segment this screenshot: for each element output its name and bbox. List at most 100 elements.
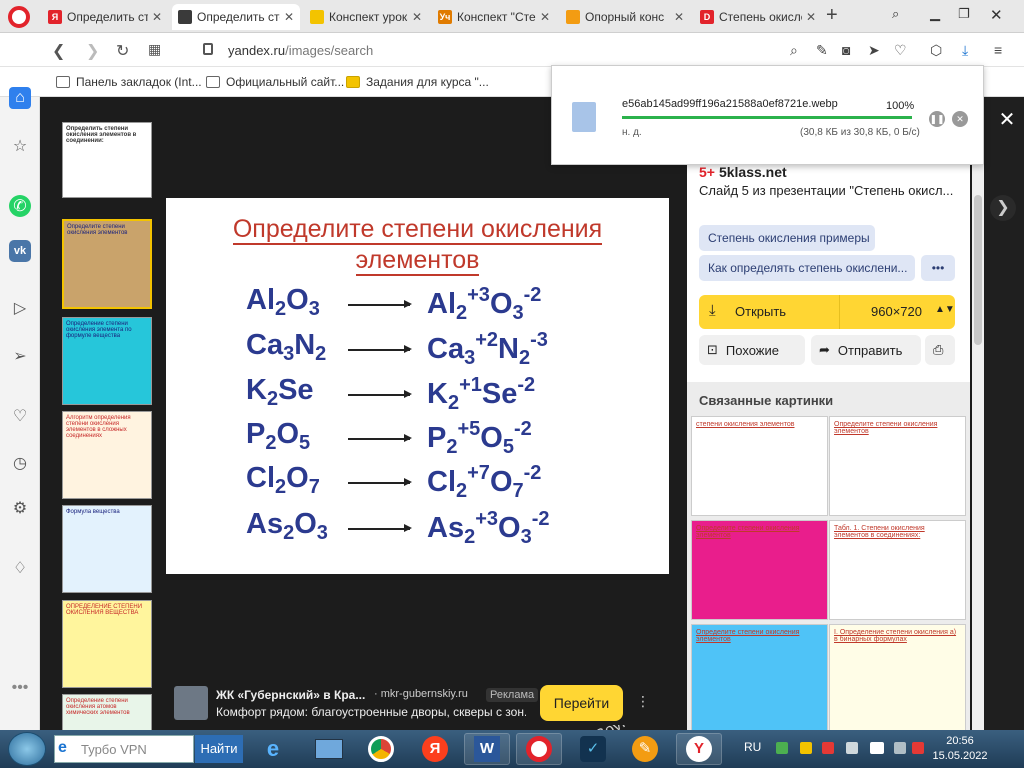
bookmark-item[interactable]: Задания для курса "... (346, 75, 489, 89)
related-image[interactable]: Определите степени окисления элементов (829, 416, 966, 516)
reload-button[interactable]: ↻ (116, 41, 129, 61)
language-indicator[interactable]: RU (744, 740, 761, 754)
maximize-button[interactable]: ❐ (958, 6, 970, 22)
tab-close-icon[interactable]: ✕ (152, 10, 162, 24)
resolution-select[interactable]: 960×720 (871, 304, 922, 319)
search-tabs-icon[interactable]: ⌕ (892, 6, 899, 22)
bookmark-item[interactable]: Официальный сайт... (206, 75, 344, 89)
vpn-icon[interactable]: ✓ (570, 733, 616, 765)
more-icon[interactable]: ••• (9, 677, 31, 699)
tray-icon[interactable] (776, 742, 788, 754)
camera-icon[interactable]: ◙ (842, 42, 850, 58)
notification-icon[interactable] (912, 742, 924, 754)
related-image[interactable]: Определите степени окисления элементов (691, 624, 828, 730)
similar-button[interactable]: ⊡ Похожие (699, 335, 805, 365)
browser-tab[interactable]: Определить сте ✕ (172, 4, 300, 30)
related-image[interactable]: степени окисления элементов (691, 416, 828, 516)
history-icon[interactable]: ◷ (9, 452, 31, 474)
send-icon[interactable]: ➢ (9, 345, 31, 367)
home-icon[interactable]: ⌂ (9, 87, 31, 109)
yandex-icon[interactable]: Я (412, 733, 458, 765)
url-field[interactable]: yandex.ru/images/search (228, 43, 373, 58)
browser-tab[interactable]: Я Определить сте ✕ (42, 4, 168, 30)
thumbnail[interactable]: Определение степени окисления элемента п… (62, 317, 152, 405)
start-button[interactable] (8, 732, 46, 766)
clock[interactable]: 20:56 15.05.2022 (930, 734, 990, 764)
related-image[interactable]: Определите степени окисления элементов (691, 520, 828, 620)
bookmark-item[interactable]: Панель закладок (Int... (56, 75, 202, 89)
word-icon[interactable]: W (464, 733, 510, 765)
signal-icon[interactable] (870, 742, 884, 754)
back-button[interactable]: ❮ (52, 41, 65, 61)
close-window-button[interactable]: ✕ (990, 6, 1003, 24)
ie-taskbar-icon[interactable]: e (250, 733, 296, 765)
open-button[interactable]: ⤓ Открыть 960×720 ▲▼ (699, 295, 955, 329)
heart-icon[interactable]: ♡ (894, 42, 907, 59)
new-tab-button[interactable]: + (826, 4, 838, 27)
browser-tab[interactable]: Конспект урока ✕ (304, 4, 428, 30)
tray-icon[interactable] (800, 742, 812, 754)
heart-icon[interactable]: ♡ (9, 405, 31, 427)
browser-tab[interactable]: Уч Конспект "Сте ✕ (432, 4, 556, 30)
tab-close-icon[interactable]: ✕ (674, 10, 684, 24)
pause-icon[interactable]: ❚❚ (929, 111, 945, 127)
tray-icon[interactable] (846, 742, 858, 754)
windows-explorer-icon[interactable] (306, 733, 352, 765)
tag-chip[interactable]: Степень окисления примеры (699, 225, 875, 251)
download-filename[interactable]: e56ab145ad99ff196a21588a0ef8721e.webp (622, 98, 838, 110)
thumbnail[interactable]: Определите степени окисления элементов (62, 219, 152, 309)
yandex-browser-icon[interactable]: Y (676, 733, 722, 765)
tab-close-icon[interactable]: ✕ (412, 10, 422, 24)
search-page-icon[interactable]: ⌕ (790, 42, 798, 59)
lightbulb-icon[interactable]: ♢ (9, 557, 31, 579)
app-icon[interactable]: ✎ (622, 733, 668, 765)
speed-dial-icon[interactable]: ▦ (148, 41, 161, 58)
more-tags-button[interactable]: ••• (921, 255, 955, 281)
panel-scrollbar[interactable] (972, 155, 984, 730)
settings-icon[interactable]: ⚙ (9, 497, 31, 519)
site-name[interactable]: 5+ 5klass.net (699, 164, 787, 180)
thumbnail[interactable]: ОПРЕДЕЛЕНИЕ СТЕПЕНИ ОКИСЛЕНИЯ ВЕЩЕСТВА (62, 600, 152, 688)
related-image[interactable]: Табл. 1. Степени окисления элементов в с… (829, 520, 966, 620)
edit-icon[interactable]: ✎ (816, 42, 828, 59)
whatsapp-icon[interactable]: ✆ (9, 195, 31, 217)
tab-close-icon[interactable]: ✕ (284, 10, 294, 24)
share-button[interactable]: ➦ Отправить (811, 335, 921, 365)
close-viewer-button[interactable]: ✕ (994, 107, 1020, 133)
chrome-icon[interactable] (358, 733, 404, 765)
thumbnail[interactable]: Формула вещества (62, 505, 152, 593)
opera-taskbar-icon[interactable] (516, 733, 562, 765)
tab-close-icon[interactable]: ✕ (806, 10, 816, 24)
ad-more-icon[interactable]: ⋮ (636, 693, 650, 710)
opera-menu-icon[interactable] (8, 6, 30, 28)
thumbnail[interactable]: Алгоритм определения степени окисления э… (62, 411, 152, 499)
ad-go-button[interactable]: Перейти (540, 685, 623, 721)
lock-icon[interactable] (203, 43, 213, 55)
source-title[interactable]: Слайд 5 из презентации "Степень окисл... (699, 183, 964, 198)
volume-icon[interactable] (894, 742, 906, 754)
taskbar-search[interactable]: e Турбо VPN (54, 735, 194, 763)
easy-setup-icon[interactable]: ≡ (994, 42, 1002, 58)
forward-button[interactable]: ❯ (86, 41, 99, 61)
cancel-download-icon[interactable]: ✕ (952, 111, 968, 127)
star-icon[interactable]: ☆ (9, 135, 31, 157)
send-icon[interactable]: ➤ (868, 42, 880, 59)
tag-chip[interactable]: Как определять степень окислени... (699, 255, 915, 281)
related-image[interactable]: I. Определение степени окисления а) в би… (829, 624, 966, 730)
ad-title[interactable]: ЖК «Губернский» в Кра... (216, 688, 365, 702)
tab-close-icon[interactable]: ✕ (540, 10, 550, 24)
flag-icon[interactable] (822, 742, 834, 754)
minimize-button[interactable]: ▁ (930, 6, 940, 22)
player-icon[interactable]: ▷ (9, 297, 31, 319)
main-image[interactable]: Определите степени окисления элементов Al… (166, 198, 669, 745)
bookmark-icon[interactable]: ⎙ (925, 335, 955, 365)
download-icon[interactable]: ⤓ (962, 42, 968, 59)
browser-tab[interactable]: Опорный конс ✕ (560, 4, 690, 30)
vk-icon[interactable]: vk (9, 240, 31, 262)
ad-text[interactable]: Комфорт рядом: благоустроенные дворы, ск… (216, 705, 526, 719)
cube-icon[interactable]: ⬡ (930, 42, 942, 59)
ad-image[interactable] (174, 686, 208, 720)
browser-tab[interactable]: D Степень окисле ✕ (694, 4, 822, 30)
thumbnail[interactable]: Определение степени окисления атомов хим… (62, 694, 152, 734)
thumbnail[interactable]: Определить степени окисления элементов в… (62, 122, 152, 198)
